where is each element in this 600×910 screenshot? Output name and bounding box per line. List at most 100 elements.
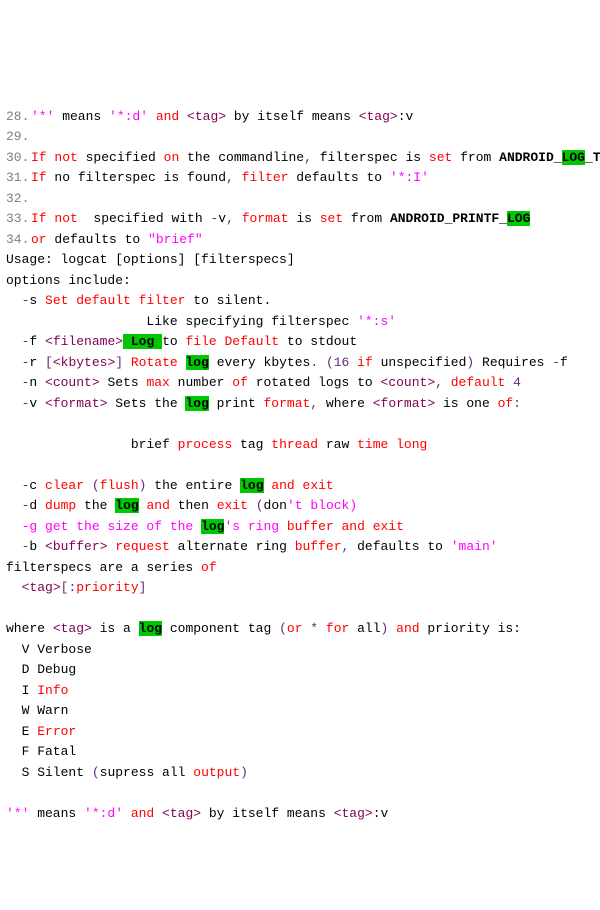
tok: "brief" <box>148 232 203 247</box>
tok: ( <box>84 478 100 493</box>
tok-highlight: LOG <box>507 211 530 226</box>
tok: clear <box>45 478 84 493</box>
tok: n <box>29 375 45 390</box>
tok: default <box>443 375 513 390</box>
tok: <format> <box>45 396 107 411</box>
tok: ] <box>139 580 147 595</box>
tok: S Silent <box>6 765 92 780</box>
tok: ( <box>248 498 264 513</box>
tok: and <box>139 498 178 513</box>
tok: Error <box>37 724 76 739</box>
tok: then <box>178 498 217 513</box>
tok: unspecified <box>381 355 467 370</box>
tok: Set <box>45 293 68 308</box>
tok: supress all <box>100 765 194 780</box>
tok: r <box>29 355 45 370</box>
tok: ( <box>92 765 100 780</box>
tok: d <box>29 498 45 513</box>
tok: time <box>357 437 388 452</box>
tok: tag <box>232 437 271 452</box>
tok: D Debug <box>6 662 76 677</box>
tok-highlight: log <box>139 621 162 636</box>
tok: dump <box>45 498 76 513</box>
tok: defaults to <box>349 539 450 554</box>
tok: I <box>6 683 37 698</box>
tok: , <box>226 170 234 185</box>
tok: <count> <box>45 375 100 390</box>
tok: every kbytes <box>209 355 310 370</box>
tok: on <box>164 150 180 165</box>
tok: to stdout <box>287 334 357 349</box>
tok: raw <box>318 437 357 452</box>
code-block: 28.'*' means '*:d' and <tag> by itself m… <box>6 86 594 824</box>
tok: <filename> <box>45 334 123 349</box>
tok: buffer <box>287 519 334 534</box>
tok-highlight: LOG <box>562 150 585 165</box>
tok: defaults to <box>296 170 390 185</box>
tok: <tag> <box>22 580 61 595</box>
tok-highlight: log <box>186 355 209 370</box>
tok: Sets the <box>107 396 185 411</box>
tok: Usage: logcat [options] [filterspecs] <box>6 252 295 267</box>
tok: rotated logs to <box>248 375 381 390</box>
tok: If <box>31 170 47 185</box>
tok: default <box>68 293 138 308</box>
line-number: 28. <box>6 107 28 128</box>
tok: means <box>54 109 109 124</box>
line-number: 30. <box>6 148 28 169</box>
tok: E <box>6 724 37 739</box>
tok: or <box>287 621 303 636</box>
tok: options include: <box>6 273 131 288</box>
tok: don <box>264 498 287 513</box>
tok: brief <box>131 437 178 452</box>
tok: 's ring <box>224 519 286 534</box>
tok: and <box>148 109 187 124</box>
tok: '*' <box>31 109 54 124</box>
tok: the entire <box>146 478 240 493</box>
tok: 16 <box>334 355 350 370</box>
tok: <buffer> <box>45 539 107 554</box>
tok: Default <box>217 334 287 349</box>
tok: _TAG <box>585 150 600 165</box>
tok: of <box>201 560 217 575</box>
tok: <count> <box>381 375 436 390</box>
tok: '*' <box>6 806 29 821</box>
tok: format <box>263 396 310 411</box>
tok: , <box>304 150 312 165</box>
tok: filterspecs are a series <box>6 560 201 575</box>
tok: is <box>296 211 319 226</box>
tok: :v <box>373 806 389 821</box>
tok: filter <box>234 170 296 185</box>
tok: the <box>76 498 115 513</box>
tok: not <box>47 211 86 226</box>
tok: where <box>6 621 53 636</box>
tok: exit <box>217 498 248 513</box>
tok: <tag> <box>53 621 92 636</box>
tok: 't block) <box>287 498 357 513</box>
tok: ANDROID_ <box>390 211 452 226</box>
line-number: 31. <box>6 168 28 189</box>
tok: exit <box>373 519 404 534</box>
tok-highlight: log <box>201 519 224 534</box>
tok: set <box>429 150 452 165</box>
tok: '*:s' <box>357 314 396 329</box>
tok: exit <box>303 478 334 493</box>
tok: Like specifying filterspec <box>6 314 357 329</box>
tok: '*:d' <box>84 806 123 821</box>
tok: all <box>349 621 380 636</box>
tok: print <box>209 396 264 411</box>
tok: and <box>334 519 373 534</box>
tok: PRINTF_ <box>452 211 507 226</box>
line-number: 33. <box>6 209 28 230</box>
tok: f <box>29 334 45 349</box>
tok: defaults to <box>47 232 148 247</box>
tok: b <box>29 539 45 554</box>
tok: V Verbose <box>6 642 92 657</box>
tok: Requires <box>474 355 552 370</box>
tok: tag <box>248 621 271 636</box>
tok: by itself means <box>201 806 334 821</box>
tok: from <box>343 211 390 226</box>
tok: :v <box>398 109 414 124</box>
tok: alternate ring <box>178 539 295 554</box>
tok: [ <box>45 355 53 370</box>
